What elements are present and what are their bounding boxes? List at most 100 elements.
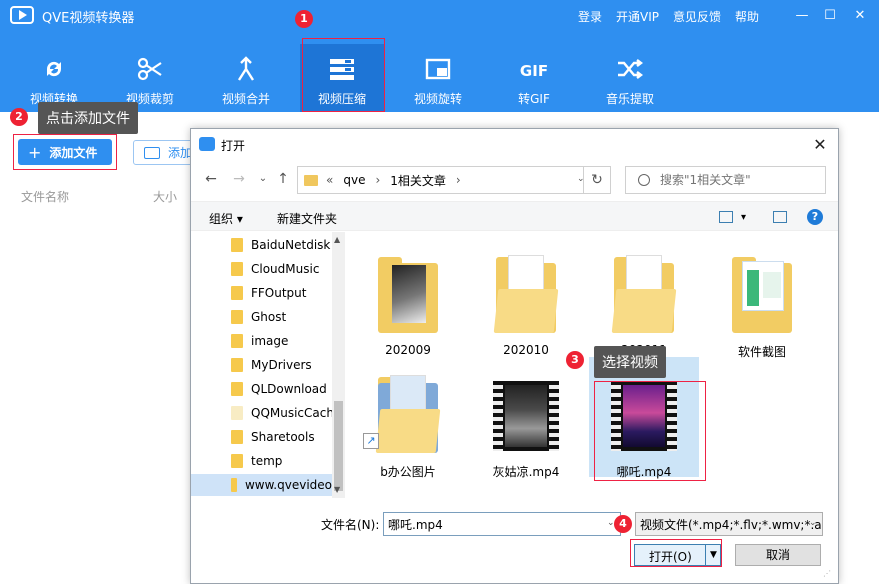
tree-item-label: image bbox=[251, 334, 289, 348]
breadcrumb-overflow[interactable]: « bbox=[326, 173, 333, 187]
top-links: 登录 开通VIP 意见反馈 帮助 bbox=[578, 8, 759, 25]
file-item-202009[interactable]: 202009 bbox=[353, 237, 463, 357]
feedback-link[interactable]: 意见反馈 bbox=[673, 8, 721, 25]
preview-pane-icon[interactable] bbox=[773, 211, 787, 223]
folder-icon bbox=[231, 262, 243, 276]
filetype-dropdown-icon[interactable]: ⌄ bbox=[809, 518, 817, 528]
scroll-down-icon[interactable]: ▼ bbox=[334, 485, 340, 494]
compress-highlight-box bbox=[302, 38, 385, 112]
breadcrumb-separator: › bbox=[375, 173, 381, 187]
tool-audio-extract[interactable]: 音乐提取 bbox=[588, 44, 672, 112]
app-logo-icon bbox=[10, 6, 34, 24]
folder-icon bbox=[304, 174, 318, 186]
file-item-video-cinderella[interactable]: 灰姑凉.mp4 bbox=[471, 357, 581, 479]
file-name: 202009 bbox=[385, 343, 431, 357]
tool-video-merge[interactable]: 视频合并 bbox=[204, 44, 288, 112]
add-folder-button[interactable]: 添加 bbox=[133, 140, 195, 165]
dialog-title-bar: 打开 ✕ bbox=[191, 129, 838, 159]
organize-button[interactable]: 组织 ▾ bbox=[209, 210, 243, 227]
tool-label: 视频旋转 bbox=[413, 92, 462, 106]
column-size: 大小 bbox=[153, 190, 178, 204]
tree-item[interactable]: MyDrivers bbox=[231, 354, 312, 376]
tree-item-label: CloudMusic bbox=[251, 262, 320, 276]
forward-arrow-icon[interactable]: → bbox=[231, 171, 247, 187]
folder-icon bbox=[493, 255, 559, 333]
folder-icon bbox=[231, 406, 243, 420]
file-item-screenshots[interactable]: 软件截图 bbox=[707, 237, 817, 359]
command-bar: 组织 ▾ 新建文件夹 ▾ ? bbox=[191, 201, 838, 231]
cancel-button[interactable]: 取消 bbox=[735, 544, 821, 566]
filename-input[interactable] bbox=[383, 512, 621, 536]
breadcrumb-qve[interactable]: qve bbox=[343, 173, 365, 187]
tree-item-label: Ghost bbox=[251, 310, 287, 324]
login-link[interactable]: 登录 bbox=[578, 8, 602, 25]
tree-item[interactable]: FFOutput bbox=[231, 282, 307, 304]
breadcrumb-separator: › bbox=[455, 173, 461, 187]
folder-icon bbox=[231, 334, 243, 348]
vip-link[interactable]: 开通VIP bbox=[616, 8, 659, 25]
dialog-app-icon bbox=[199, 137, 215, 151]
refresh-button[interactable]: ↻ bbox=[583, 166, 611, 194]
selected-file-highlight-box bbox=[594, 381, 706, 481]
filetype-value: 视频文件(*.mp4;*.flv;*.wmv;*.a bbox=[640, 517, 822, 532]
step3-tooltip: 选择视频 bbox=[594, 346, 666, 378]
tree-item[interactable]: image bbox=[231, 330, 288, 352]
help-link[interactable]: 帮助 bbox=[735, 8, 759, 25]
file-item-202011[interactable]: 202011 bbox=[589, 237, 699, 357]
tree-item[interactable]: temp bbox=[231, 450, 282, 472]
tree-scrollbar-thumb[interactable] bbox=[334, 401, 343, 491]
column-filename: 文件名称 bbox=[21, 190, 70, 204]
up-arrow-icon[interactable]: ↑ bbox=[275, 171, 291, 187]
dialog-nav-bar: ← → ⌄ ↑ « qve › 1相关文章 › ⌄ ↻ bbox=[191, 163, 838, 197]
tree-item[interactable]: Sharetools bbox=[231, 426, 315, 448]
close-window-button[interactable]: ✕ bbox=[850, 6, 870, 26]
search-icon bbox=[638, 174, 650, 186]
tool-label: 转GIF bbox=[518, 92, 550, 106]
rotate-icon bbox=[425, 58, 451, 80]
tree-item[interactable]: QQMusicCach bbox=[231, 402, 334, 424]
scroll-up-icon[interactable]: ▲ bbox=[334, 235, 340, 244]
step-badge-2: 2 bbox=[10, 108, 28, 126]
minimize-button[interactable]: — bbox=[792, 6, 812, 26]
new-folder-button[interactable]: 新建文件夹 bbox=[277, 210, 337, 227]
tree-item[interactable]: Ghost bbox=[231, 306, 286, 328]
search-box[interactable] bbox=[625, 166, 826, 194]
app-header: QVE视频转换器 登录 开通VIP 意见反馈 帮助 — ☐ ✕ 视频转换 视频裁… bbox=[0, 0, 879, 112]
search-input[interactable] bbox=[660, 173, 820, 187]
help-icon[interactable]: ? bbox=[807, 209, 823, 225]
file-name: 灰姑凉.mp4 bbox=[492, 465, 560, 479]
breadcrumb-current[interactable]: 1相关文章 bbox=[390, 172, 446, 189]
address-bar[interactable]: « qve › 1相关文章 › bbox=[297, 166, 611, 194]
dialog-close-button[interactable]: ✕ bbox=[810, 135, 830, 155]
tree-item-selected[interactable]: www.qvevideo bbox=[191, 474, 332, 496]
maximize-button[interactable]: ☐ bbox=[820, 6, 840, 26]
video-file-icon bbox=[493, 381, 559, 451]
tool-video-rotate[interactable]: 视频旋转 bbox=[396, 44, 480, 112]
merge-icon bbox=[237, 56, 255, 81]
tool-label: 视频合并 bbox=[221, 92, 270, 106]
scissors-icon bbox=[137, 57, 162, 81]
recent-dropdown-icon[interactable]: ⌄ bbox=[255, 173, 271, 184]
tree-item[interactable]: BaiduNetdisk bbox=[231, 234, 330, 256]
folder-icon bbox=[378, 255, 438, 333]
view-mode-icon[interactable] bbox=[719, 211, 733, 223]
tree-item[interactable]: QLDownload bbox=[231, 378, 327, 400]
file-item-office-images[interactable]: ↗ b办公图片 bbox=[353, 357, 463, 479]
gif-icon: GIF bbox=[520, 62, 548, 80]
back-arrow-icon[interactable]: ← bbox=[203, 171, 219, 187]
folder-icon bbox=[732, 255, 792, 333]
view-dropdown-icon[interactable]: ▾ bbox=[741, 212, 746, 223]
tree-item[interactable]: CloudMusic bbox=[231, 258, 319, 280]
tree-item-label: QLDownload bbox=[251, 382, 327, 396]
tree-item-label: QQMusicCach bbox=[251, 406, 334, 420]
tree-item-label: Sharetools bbox=[251, 430, 315, 444]
step-badge-4: 4 bbox=[614, 515, 632, 533]
add-file-highlight-box bbox=[13, 134, 117, 170]
file-item-202010[interactable]: 202010 bbox=[471, 237, 581, 357]
filetype-select[interactable]: 视频文件(*.mp4;*.flv;*.wmv;*.a bbox=[635, 512, 823, 536]
folder-icon bbox=[231, 478, 237, 492]
app-title: QVE视频转换器 bbox=[42, 11, 135, 26]
resize-grip-icon[interactable]: ⋰ bbox=[823, 569, 833, 579]
open-button-highlight-box bbox=[630, 539, 722, 567]
tool-to-gif[interactable]: GIF 转GIF bbox=[492, 44, 576, 112]
